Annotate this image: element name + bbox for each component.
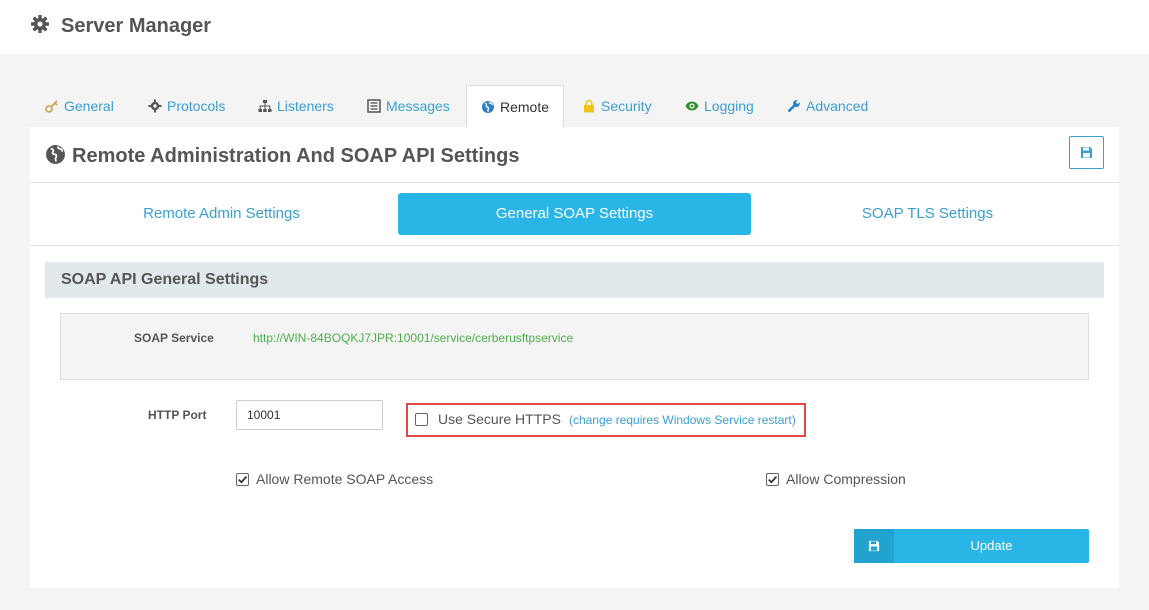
soap-service-panel: SOAP Service http://WIN-84BOQKJ7JPR:1000… [60, 313, 1089, 380]
use-https-checkbox[interactable] [415, 413, 428, 426]
soap-service-label: SOAP Service [134, 331, 214, 345]
soap-service-url: http://WIN-84BOQKJ7JPR:10001/service/cer… [253, 331, 574, 345]
tab-protocols[interactable]: Protocols [148, 85, 225, 127]
lock-icon [584, 99, 594, 113]
subtab-general-soap-settings[interactable]: General SOAP Settings [398, 193, 751, 235]
gear-icon [148, 99, 162, 113]
checkmark-icon [238, 476, 248, 484]
tab-label: Advanced [806, 98, 869, 114]
tab-listeners[interactable]: Listeners [258, 85, 334, 127]
tab-advanced[interactable]: Advanced [787, 85, 868, 127]
tab-label: Security [601, 98, 652, 114]
tab-messages[interactable]: Messages [367, 85, 450, 127]
update-button-label: Update [970, 538, 1013, 553]
allow-compression-label: Allow Compression [786, 471, 906, 487]
section-title: SOAP API General Settings [61, 271, 269, 288]
key-icon [45, 100, 58, 113]
app-title: Server Manager [61, 15, 212, 37]
http-port-label: HTTP Port [148, 408, 207, 422]
globe-icon [46, 145, 65, 164]
tab-general[interactable]: General [45, 85, 114, 127]
list-icon [367, 99, 381, 113]
app-header: Server Manager [0, 0, 1149, 54]
save-button[interactable] [1069, 136, 1104, 169]
tab-label: General [64, 98, 114, 114]
tab-remote[interactable]: Remote [466, 85, 565, 128]
save-icon [1081, 147, 1092, 158]
checkmark-icon [768, 476, 778, 484]
update-button[interactable]: Update [854, 529, 1089, 563]
tab-logging[interactable]: Logging [685, 85, 754, 127]
update-icon-box [854, 529, 894, 563]
allow-remote-soap-label: Allow Remote SOAP Access [256, 471, 434, 487]
card-header: Remote Administration And SOAP API Setti… [30, 127, 1119, 183]
section-header: SOAP API General Settings [45, 262, 1104, 298]
tab-label: Listeners [277, 98, 334, 114]
allow-remote-soap-checkbox[interactable] [236, 473, 249, 486]
subtab-remote-admin-settings[interactable]: Remote Admin Settings [45, 193, 398, 235]
save-icon [868, 540, 880, 552]
settings-card: Remote Administration And SOAP API Setti… [30, 127, 1119, 588]
tab-label: Protocols [167, 98, 226, 114]
use-https-label: Use Secure HTTPS [438, 411, 561, 427]
wrench-icon [787, 100, 800, 113]
tab-label: Messages [386, 98, 450, 114]
sub-tabs: Remote Admin Settings General SOAP Setti… [30, 183, 1119, 246]
page-title: Remote Administration And SOAP API Setti… [72, 145, 520, 167]
globe-icon [482, 101, 494, 113]
allow-compression-checkbox[interactable] [766, 473, 779, 486]
tab-security[interactable]: Security [582, 85, 652, 127]
eye-icon [685, 101, 699, 111]
sitemap-icon [258, 100, 272, 112]
http-port-input[interactable] [236, 400, 383, 430]
main-tabs: General Protocols Listeners Messages Rem… [30, 85, 1119, 128]
subtab-soap-tls-settings[interactable]: SOAP TLS Settings [751, 193, 1104, 235]
tab-label: Logging [704, 98, 754, 114]
https-highlight: Use Secure HTTPS (change requires Window… [406, 403, 806, 437]
https-restart-note: (change requires Windows Service restart… [569, 413, 796, 427]
tab-label: Remote [500, 99, 550, 115]
gear-icon [31, 15, 49, 33]
